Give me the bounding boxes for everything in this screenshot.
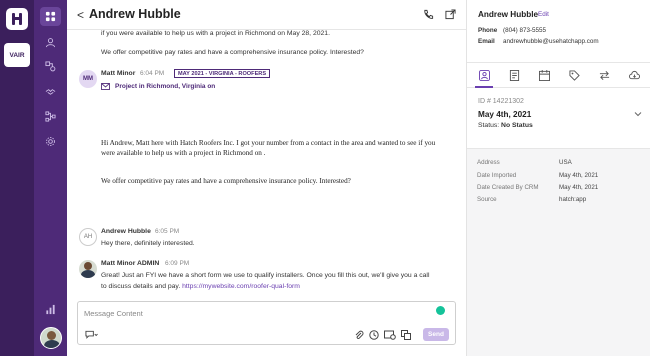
edit-contact-link[interactable]: Edit (538, 11, 549, 18)
tab-notes-icon[interactable] (507, 68, 521, 82)
new-window-icon[interactable] (445, 9, 456, 20)
message-sender: Matt Minor (101, 70, 136, 77)
app-rail: VAIR (0, 0, 34, 356)
hatch-logo-icon[interactable] (6, 8, 28, 30)
contact-name-title: Andrew Hubble (89, 7, 181, 21)
conversation-pane: < Andrew Hubble if you were available to… (67, 0, 466, 356)
dashboard-grid-icon[interactable] (40, 7, 61, 26)
contact-panel: Andrew Hubble Edit Phone (804) 873-5555 … (466, 0, 650, 356)
campaign-tag[interactable]: MAY 2021 - VIRGINIA - ROOFERS (174, 69, 271, 78)
panel-tabs (467, 62, 650, 88)
detail-key: Date Imported (477, 172, 517, 179)
status-value: No Status (501, 122, 533, 129)
avatar: MM (79, 70, 97, 88)
clock-schedule-icon[interactable] (369, 330, 379, 340)
workflow-icon[interactable] (40, 107, 61, 126)
detail-value: May 4th, 2021 (559, 172, 599, 179)
message-time: 6:05 PM (155, 228, 180, 235)
handshake-icon[interactable] (40, 82, 61, 101)
message-text-line2: to discuss details and pay. https://mywe… (101, 283, 300, 290)
tab-transfer-icon[interactable] (597, 68, 611, 82)
envelope-icon (101, 83, 110, 90)
nav-rail (34, 0, 67, 356)
email-value[interactable]: andrewhubble@usehatchapp.com (503, 38, 599, 45)
message-text: Hey there, definitely interested. (101, 240, 195, 247)
phone-label: Phone (478, 27, 498, 34)
detail-value: hatch:app (559, 196, 587, 203)
message-composer: Send (77, 301, 456, 345)
truncated-message-line2: We offer competitive pay rates and have … (101, 49, 364, 56)
contact-status[interactable]: Status: No Status (478, 122, 533, 129)
contacts-person-icon[interactable] (40, 33, 61, 52)
contact-id: ID # 14221302 (478, 98, 524, 105)
tab-profile-icon[interactable] (475, 68, 493, 88)
current-user-avatar[interactable] (40, 327, 62, 349)
back-chevron-icon[interactable]: < (77, 8, 84, 22)
send-button[interactable]: Send (423, 328, 449, 341)
conversation-header: < Andrew Hubble (67, 0, 466, 30)
message-time: 6:09 PM (165, 260, 190, 267)
org-badge[interactable]: VAIR (4, 43, 30, 67)
panel-contact-name: Andrew Hubble (478, 10, 539, 19)
truncated-message-line1: if you were available to help us with a … (101, 30, 330, 37)
message-time: 6:04 PM (140, 70, 165, 77)
phone-call-icon[interactable] (423, 9, 434, 20)
message-text-line1: Great! Just an FYI we have a short form … (101, 272, 430, 279)
message-text-prefix: to discuss details and pay. (101, 283, 183, 290)
message-sender: Matt Minor ADMIN (101, 260, 160, 267)
qualification-form-link[interactable]: https://mywebsite.com/roofer-qual-form (182, 283, 300, 290)
template-copy-icon[interactable] (401, 330, 411, 340)
detail-key: Source (477, 196, 497, 203)
grammarly-icon[interactable] (436, 306, 445, 315)
avatar: AH (79, 228, 97, 246)
analytics-bars-icon[interactable] (40, 300, 61, 319)
tab-crm-sync-icon[interactable] (627, 68, 641, 82)
email-body-line3: We offer competitive pay rates and have … (101, 177, 351, 185)
media-icon[interactable] (384, 330, 396, 340)
detail-value: USA (559, 159, 572, 166)
tab-tags-icon[interactable] (567, 68, 581, 82)
status-prefix: Status: (478, 122, 502, 129)
chat-channel-icon[interactable] (85, 330, 98, 340)
attachment-icon[interactable] (354, 330, 364, 340)
detail-key: Address (477, 159, 500, 166)
message-input[interactable] (84, 306, 424, 320)
message-sender: Andrew Hubble (101, 228, 151, 235)
contact-details: Address USA Date Imported May 4th, 2021 … (467, 148, 650, 356)
admin-avatar (79, 260, 97, 278)
detail-value: May 4th, 2021 (559, 184, 599, 191)
campaigns-icon[interactable] (40, 57, 61, 76)
contact-date: May 4th, 2021 (478, 110, 532, 119)
detail-key: Date Created By CRM (477, 184, 539, 191)
tab-calendar-icon[interactable] (537, 68, 551, 82)
phone-value[interactable]: (804) 873-5555 (503, 27, 546, 34)
settings-gear-icon[interactable] (40, 132, 61, 151)
chevron-down-icon[interactable] (634, 111, 642, 117)
email-body-line2: were available to help us with a project… (101, 149, 266, 157)
email-label: Email (478, 38, 495, 45)
email-body-line1: Hi Andrew, Matt here with Hatch Roofers … (101, 139, 436, 147)
email-subject[interactable]: Project in Richmond, Virginia on (115, 83, 215, 90)
